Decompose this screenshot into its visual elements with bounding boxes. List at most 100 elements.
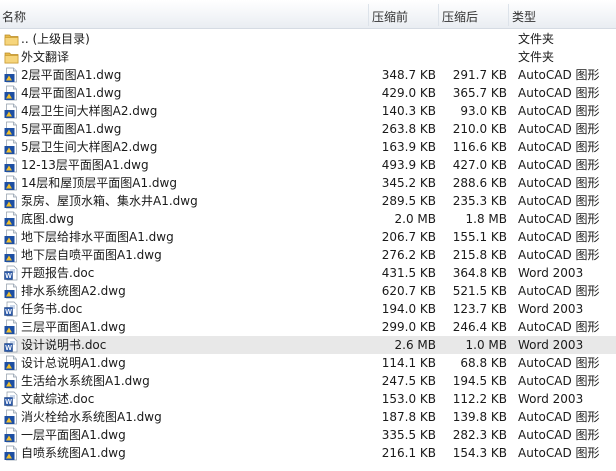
file-row[interactable]: .. (上级目录) 文件夹 — [0, 30, 616, 48]
file-type: AutoCAD 图形 — [518, 68, 600, 82]
file-name: 排水系统图A2.dwg — [21, 284, 126, 298]
size-after: 215.8 KB — [452, 248, 507, 262]
file-row[interactable]: 2层平面图A1.dwg 348.7 KB 291.7 KB AutoCAD 图形 — [0, 66, 616, 84]
autocad-file-icon — [4, 193, 19, 209]
size-after: 123.7 KB — [452, 302, 507, 316]
file-row[interactable]: 4层卫生间大样图A2.dwg 140.3 KB 93.0 KB AutoCAD 图形 — [0, 102, 616, 120]
file-row[interactable]: 12-13层平面图A1.dwg 493.9 KB 427.0 KB AutoCAD 图… — [0, 156, 616, 174]
file-row[interactable]: 一层平面图A1.dwg 335.5 KB 282.3 KB AutoCAD 图形 — [0, 426, 616, 444]
autocad-file-icon — [4, 103, 19, 119]
file-type: AutoCAD 图形 — [518, 320, 600, 334]
size-before: 247.5 KB — [381, 374, 436, 388]
file-row[interactable]: 地下层自喷平面图A1.dwg 276.2 KB 215.8 KB AutoCAD 图形 — [0, 246, 616, 264]
file-type: AutoCAD 图形 — [518, 374, 600, 388]
file-type: AutoCAD 图形 — [518, 428, 600, 442]
autocad-file-icon — [4, 283, 19, 299]
file-name: 外文翻译 — [21, 50, 70, 64]
file-type: AutoCAD 图形 — [518, 176, 600, 190]
file-type: AutoCAD 图形 — [518, 356, 600, 370]
file-row[interactable]: 设计总说明A1.dwg 114.1 KB 68.8 KB AutoCAD 图形 — [0, 354, 616, 372]
autocad-file-icon — [4, 85, 19, 101]
file-row[interactable]: 4层平面图A1.dwg 429.0 KB 365.7 KB AutoCAD 图形 — [0, 84, 616, 102]
file-row[interactable]: W 开题报告.doc 431.5 KB 364.8 KB Word 2003 — [0, 264, 616, 282]
file-row[interactable]: 自喷系统图A1.dwg 216.1 KB 154.3 KB AutoCAD 图形 — [0, 444, 616, 462]
file-type: Word 2003 — [518, 302, 584, 316]
size-after: 235.3 KB — [452, 194, 507, 208]
size-after: 112.2 KB — [452, 392, 507, 406]
size-after: 210.0 KB — [452, 122, 507, 136]
size-before: 2.0 MB — [394, 212, 436, 226]
size-before: 429.0 KB — [381, 86, 436, 100]
file-row[interactable]: 外文翻译 文件夹 — [0, 48, 616, 66]
size-after: 288.6 KB — [452, 176, 507, 190]
column-divider[interactable] — [508, 4, 509, 26]
file-row[interactable]: W 文献综述.doc 153.0 KB 112.2 KB Word 2003 — [0, 390, 616, 408]
file-row[interactable]: 地下层给排水平面图A1.dwg 206.7 KB 155.1 KB AutoCAD 图… — [0, 228, 616, 246]
size-after: 68.8 KB — [460, 356, 507, 370]
file-row[interactable]: 三层平面图A1.dwg 299.0 KB 246.4 KB AutoCAD 图形 — [0, 318, 616, 336]
file-name: 地下层自喷平面图A1.dwg — [21, 248, 162, 262]
file-type: Word 2003 — [518, 338, 584, 352]
file-type: Word 2003 — [518, 266, 584, 280]
file-name: 泵房、屋顶水箱、集水井A1.dwg — [21, 194, 198, 208]
column-header-bar: 名称 压缩前 压缩后 类型 — [0, 0, 616, 29]
size-after: 116.6 KB — [452, 140, 507, 154]
file-name: 4层卫生间大样图A2.dwg — [21, 104, 158, 118]
svg-text:W: W — [5, 273, 12, 280]
file-row[interactable]: 14层和屋顶层平面图A1.dwg 345.2 KB 288.6 KB AutoCAD … — [0, 174, 616, 192]
size-before: 153.0 KB — [381, 392, 436, 406]
size-after: 1.0 MB — [465, 338, 507, 352]
file-row[interactable]: W 任务书.doc 194.0 KB 123.7 KB Word 2003 — [0, 300, 616, 318]
file-type: AutoCAD 图形 — [518, 140, 600, 154]
file-row[interactable]: 生活给水系统图A1.dwg 247.5 KB 194.5 KB AutoCAD 图形 — [0, 372, 616, 390]
size-before: 431.5 KB — [381, 266, 436, 280]
size-before: 2.6 MB — [394, 338, 436, 352]
file-type: AutoCAD 图形 — [518, 104, 600, 118]
file-row[interactable]: W 设计说明书.doc 2.6 MB 1.0 MB Word 2003 — [0, 336, 616, 354]
file-type: AutoCAD 图形 — [518, 284, 600, 298]
file-row[interactable]: 排水系统图A2.dwg 620.7 KB 521.5 KB AutoCAD 图形 — [0, 282, 616, 300]
file-type: 文件夹 — [518, 32, 555, 46]
size-after: 365.7 KB — [452, 86, 507, 100]
column-divider[interactable] — [438, 4, 439, 26]
file-name: .. (上级目录) — [21, 32, 90, 46]
file-row[interactable]: 底图.dwg 2.0 MB 1.8 MB AutoCAD 图形 — [0, 210, 616, 228]
size-before: 206.7 KB — [381, 230, 436, 244]
autocad-file-icon — [4, 247, 19, 263]
column-header-after[interactable]: 压缩后 — [440, 0, 508, 28]
svg-text:W: W — [5, 345, 12, 352]
file-row[interactable]: 5层平面图A1.dwg 263.8 KB 210.0 KB AutoCAD 图形 — [0, 120, 616, 138]
file-name: 底图.dwg — [21, 212, 74, 226]
column-header-name[interactable]: 名称 — [0, 0, 370, 28]
size-before: 114.1 KB — [381, 356, 436, 370]
autocad-file-icon — [4, 355, 19, 371]
file-name: 一层平面图A1.dwg — [21, 428, 126, 442]
word-document-icon: W — [4, 265, 19, 281]
folder-icon — [4, 31, 19, 47]
file-type: AutoCAD 图形 — [518, 122, 600, 136]
svg-text:W: W — [5, 399, 12, 406]
word-document-icon: W — [4, 391, 19, 407]
autocad-file-icon — [4, 427, 19, 443]
file-type: AutoCAD 图形 — [518, 446, 600, 460]
autocad-file-icon — [4, 67, 19, 83]
file-row[interactable]: 消火栓给水系统图A1.dwg 187.8 KB 139.8 KB AutoCAD 图形 — [0, 408, 616, 426]
size-before: 216.1 KB — [381, 446, 436, 460]
svg-text:W: W — [5, 309, 12, 316]
file-name: 三层平面图A1.dwg — [21, 320, 126, 334]
file-row[interactable]: 5层卫生间大样图A2.dwg 163.9 KB 116.6 KB AutoCAD 图形 — [0, 138, 616, 156]
size-after: 291.7 KB — [452, 68, 507, 82]
file-name: 任务书.doc — [21, 302, 83, 316]
size-before: 335.5 KB — [381, 428, 436, 442]
file-type: 文件夹 — [518, 50, 555, 64]
size-before: 276.2 KB — [381, 248, 436, 262]
size-after: 93.0 KB — [460, 104, 507, 118]
column-header-before[interactable]: 压缩前 — [370, 0, 438, 28]
size-after: 521.5 KB — [452, 284, 507, 298]
file-row[interactable]: 泵房、屋顶水箱、集水井A1.dwg 289.5 KB 235.3 KB AutoCAD… — [0, 192, 616, 210]
size-after: 194.5 KB — [452, 374, 507, 388]
autocad-file-icon — [4, 373, 19, 389]
column-divider[interactable] — [368, 4, 369, 26]
file-name: 开题报告.doc — [21, 266, 95, 280]
column-header-type[interactable]: 类型 — [510, 0, 616, 28]
